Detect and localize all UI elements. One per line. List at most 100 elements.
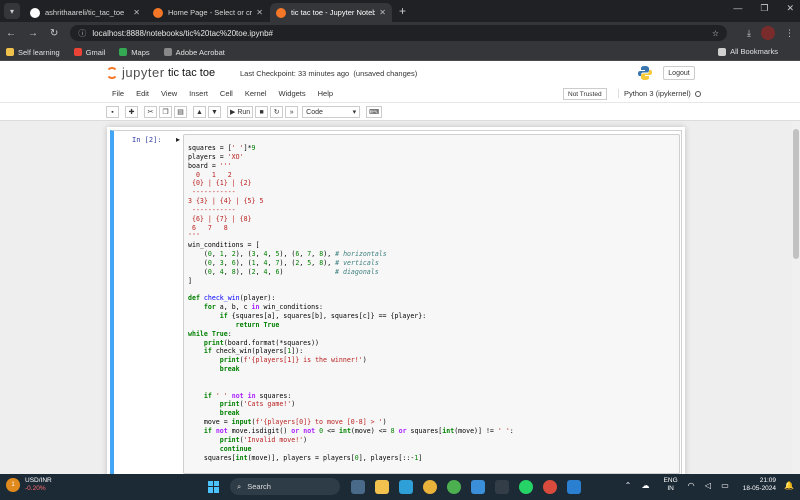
tab-home-page[interactable]: Home Page - Select or create a ✕	[147, 3, 269, 22]
tab-search-icon[interactable]: ▾	[4, 3, 20, 19]
ticker-widget[interactable]: 1 USD/INR -0.20%	[6, 477, 52, 493]
windows-start-icon[interactable]	[208, 480, 220, 493]
code-cell[interactable]: In [2]: ▸ squares = [' ']*9 players = 'X…	[110, 130, 682, 474]
bookmark-maps[interactable]: Maps	[119, 48, 150, 57]
unsaved-text: (unsaved changes)	[353, 69, 418, 78]
menu-widgets[interactable]: Widgets	[273, 89, 312, 98]
gmail-icon	[73, 48, 82, 56]
folder-icon	[6, 48, 14, 56]
menu-icon[interactable]: ⋮	[785, 28, 794, 39]
close-tab-icon[interactable]: ✕	[133, 8, 140, 17]
lang-code: ENG	[663, 477, 678, 484]
insert-cell-icon[interactable]: ✚	[125, 106, 138, 118]
taskbar: 1 USD/INR -0.20% ⌕ Search ⌃ ☁ ENG IN ◠ ◁…	[0, 474, 800, 500]
menu-file[interactable]: File	[106, 89, 130, 98]
paste-icon[interactable]: ▤	[174, 106, 187, 118]
jupyter-icon	[153, 7, 163, 18]
restart-icon[interactable]: ↻	[270, 106, 284, 118]
menu-help[interactable]: Help	[312, 89, 339, 98]
clock-date: 18-05-2024	[742, 485, 777, 492]
copy-icon[interactable]: ❐	[159, 106, 172, 118]
jupyter-icon	[276, 7, 286, 18]
chrome-profile-icon[interactable]	[543, 479, 557, 494]
jupyter-logo[interactable]: jupyter	[106, 65, 165, 80]
logout-button[interactable]: Logout	[663, 66, 695, 80]
widgets-icon[interactable]	[351, 479, 365, 494]
vscode-icon[interactable]	[567, 479, 581, 494]
chrome-icon[interactable]	[423, 479, 437, 494]
code-text: squares = [' ']*9 players = 'XO' board =…	[188, 144, 514, 462]
clock[interactable]: 21:09 18-05-2024	[743, 477, 776, 493]
bookmark-adobe-acrobat[interactable]: Adobe Acrobat	[163, 48, 225, 57]
bookmarks-bar: Self learning Gmail Maps Adobe Acrobat A…	[0, 44, 800, 61]
interrupt-icon[interactable]: ■	[255, 106, 269, 118]
taskbar-apps: ⌕ Search	[208, 478, 586, 495]
whatsapp-icon[interactable]	[519, 479, 533, 494]
search-icon: ⌕	[237, 481, 242, 491]
kernel-idle-icon	[694, 90, 701, 97]
save-icon[interactable]: ▪	[106, 106, 119, 118]
code-editor[interactable]: squares = [' ']*9 players = 'XO' board =…	[183, 134, 680, 474]
clock-time: 21:09	[759, 477, 777, 484]
new-tab-button[interactable]: +	[399, 4, 406, 18]
language-indicator[interactable]: ENG IN	[664, 477, 678, 493]
terminal-icon[interactable]	[495, 479, 509, 494]
all-bookmarks[interactable]: All Bookmarks	[718, 47, 778, 56]
cut-icon[interactable]: ✂	[144, 106, 157, 118]
bookmark-label: All Bookmarks	[730, 47, 778, 56]
notebook-container: In [2]: ▸ squares = [' ']*9 players = 'X…	[107, 127, 685, 474]
bookmark-star-icon[interactable]: ☆	[712, 29, 719, 38]
cell-type-select[interactable]: Code ▾	[302, 106, 361, 118]
jupyter-page: jupyter tic tac toe Last Checkpoint: 33 …	[0, 61, 800, 474]
restart-run-all-icon[interactable]: »	[285, 106, 299, 118]
menu-list: File Edit View Insert Cell Kernel Widget…	[106, 89, 339, 98]
chrome-alt-icon[interactable]	[447, 479, 461, 494]
scrollbar-thumb[interactable]	[793, 129, 799, 259]
run-button[interactable]: ▶ Run	[227, 106, 254, 118]
menu-view[interactable]: View	[155, 89, 183, 98]
cell-cursor-icon: ▸	[176, 135, 181, 144]
tray-icons[interactable]: ⌃ ☁	[625, 481, 654, 490]
restore-icon[interactable]: ❐	[760, 3, 768, 14]
back-icon[interactable]: ←	[6, 28, 16, 39]
move-up-icon[interactable]: ▲	[193, 106, 206, 118]
acrobat-icon	[163, 48, 172, 56]
download-icon[interactable]: ⤓	[747, 28, 751, 39]
photos-icon[interactable]	[471, 479, 485, 494]
notebook-title[interactable]: tic tac toe	[168, 67, 215, 79]
reload-icon[interactable]: ↻	[50, 28, 58, 39]
edge-icon[interactable]	[399, 479, 413, 494]
close-window-icon[interactable]: ✕	[786, 3, 794, 14]
network-volume-battery-icons[interactable]: ◠ ◁ ▭	[688, 481, 733, 490]
menu-cell[interactable]: Cell	[214, 89, 239, 98]
forward-icon[interactable]: →	[28, 28, 38, 39]
tab-tic-tac-toe[interactable]: tic tac toe - Jupyter Notebook ✕	[270, 3, 392, 22]
menu-edit[interactable]: Edit	[130, 89, 155, 98]
kernel-indicator[interactable]: Python 3 (ipykernel)	[618, 89, 701, 98]
notification-bell-icon[interactable]: 🔔	[784, 481, 794, 490]
close-tab-icon[interactable]: ✕	[379, 8, 386, 17]
tab-title: tic tac toe - Jupyter Notebook	[291, 8, 376, 17]
tab-title: Home Page - Select or create a	[168, 8, 253, 17]
ticker-name: USD/INR	[25, 477, 52, 484]
menu-kernel[interactable]: Kernel	[239, 89, 273, 98]
avatar[interactable]	[761, 26, 775, 40]
minimize-icon[interactable]: —	[733, 3, 742, 14]
tab-title: ashrithaareli/tic_tac_toe	[45, 8, 125, 17]
taskbar-search[interactable]: ⌕ Search	[230, 478, 340, 495]
menu-insert[interactable]: Insert	[183, 89, 214, 98]
trust-status-button[interactable]: Not Trusted	[563, 88, 607, 100]
jupyter-header: jupyter tic tac toe Last Checkpoint: 33 …	[0, 61, 800, 85]
move-down-icon[interactable]: ▼	[208, 106, 221, 118]
tab-github[interactable]: ashrithaareli/tic_tac_toe ✕	[24, 3, 146, 22]
file-explorer-icon[interactable]	[375, 479, 389, 494]
bookmark-self-learning[interactable]: Self learning	[6, 48, 60, 57]
url-text: localhost:8888/notebooks/tic%20tac%20toe…	[92, 28, 273, 38]
close-tab-icon[interactable]: ✕	[256, 8, 263, 17]
keyboard-icon[interactable]: ⌨	[366, 106, 383, 118]
ticker-change: -0.20%	[25, 485, 46, 492]
site-info-icon[interactable]: ⓘ	[78, 28, 86, 39]
ticker-icon: 1	[6, 478, 20, 492]
url-bar[interactable]: ⓘ localhost:8888/notebooks/tic%20tac%20t…	[70, 25, 728, 41]
bookmark-gmail[interactable]: Gmail	[73, 48, 105, 57]
